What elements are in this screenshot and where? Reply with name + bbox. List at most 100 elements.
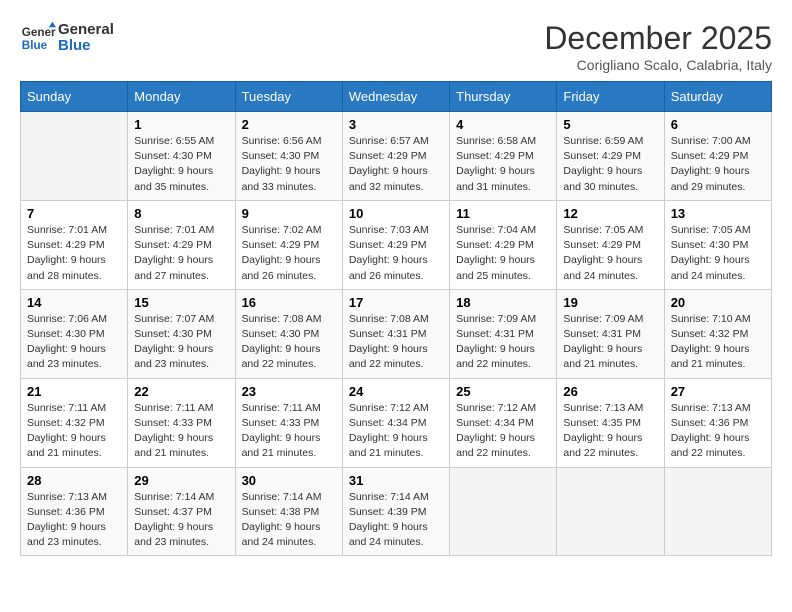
day-number: 17 <box>349 295 443 310</box>
weekday-header: Saturday <box>664 82 771 112</box>
month-title: December 2025 <box>544 20 772 57</box>
calendar-cell <box>21 112 128 201</box>
day-number: 6 <box>671 117 765 132</box>
day-info: Sunrise: 6:55 AM Sunset: 4:30 PM Dayligh… <box>134 134 228 195</box>
weekday-header: Sunday <box>21 82 128 112</box>
calendar-week-row: 14 Sunrise: 7:06 AM Sunset: 4:30 PM Dayli… <box>21 289 772 378</box>
day-number: 8 <box>134 206 228 221</box>
day-number: 15 <box>134 295 228 310</box>
day-number: 28 <box>27 473 121 488</box>
day-info: Sunrise: 7:08 AM Sunset: 4:30 PM Dayligh… <box>242 312 336 373</box>
weekday-header: Wednesday <box>342 82 449 112</box>
calendar-cell: 19 Sunrise: 7:09 AM Sunset: 4:31 PM Dayli… <box>557 289 664 378</box>
day-info: Sunrise: 7:09 AM Sunset: 4:31 PM Dayligh… <box>563 312 657 373</box>
calendar-cell: 8 Sunrise: 7:01 AM Sunset: 4:29 PM Daylig… <box>128 200 235 289</box>
svg-text:General: General <box>22 26 56 39</box>
calendar-week-row: 21Sunrise: 7:11 AM Sunset: 4:32 PM Dayli… <box>21 378 772 467</box>
day-number: 2 <box>242 117 336 132</box>
day-info: Sunrise: 7:13 AM Sunset: 4:36 PM Dayligh… <box>671 401 765 462</box>
day-number: 22 <box>134 384 228 399</box>
calendar-header: SundayMondayTuesdayWednesdayThursdayFrid… <box>21 82 772 112</box>
calendar-cell: 15 Sunrise: 7:07 AM Sunset: 4:30 PM Dayli… <box>128 289 235 378</box>
calendar-table: SundayMondayTuesdayWednesdayThursdayFrid… <box>20 81 772 556</box>
calendar-cell: 26Sunrise: 7:13 AM Sunset: 4:35 PM Dayli… <box>557 378 664 467</box>
calendar-week-row: 28Sunrise: 7:13 AM Sunset: 4:36 PM Dayli… <box>21 467 772 556</box>
calendar-cell: 25 Sunrise: 7:12 AM Sunset: 4:34 PM Dayli… <box>450 378 557 467</box>
location-subtitle: Corigliano Scalo, Calabria, Italy <box>544 57 772 73</box>
weekday-header: Tuesday <box>235 82 342 112</box>
day-info: Sunrise: 7:03 AM Sunset: 4:29 PM Dayligh… <box>349 223 443 284</box>
day-info: Sunrise: 7:04 AM Sunset: 4:29 PM Dayligh… <box>456 223 550 284</box>
day-number: 5 <box>563 117 657 132</box>
day-info: Sunrise: 7:14 AM Sunset: 4:37 PM Dayligh… <box>134 490 228 551</box>
day-info: Sunrise: 7:12 AM Sunset: 4:34 PM Dayligh… <box>456 401 550 462</box>
calendar-week-row: 7Sunrise: 7:01 AM Sunset: 4:29 PM Daylig… <box>21 200 772 289</box>
calendar-cell: 11 Sunrise: 7:04 AM Sunset: 4:29 PM Dayli… <box>450 200 557 289</box>
calendar-cell <box>557 467 664 556</box>
logo: General Blue General Blue <box>20 20 114 56</box>
calendar-cell: 3Sunrise: 6:57 AM Sunset: 4:29 PM Daylig… <box>342 112 449 201</box>
day-info: Sunrise: 7:00 AM Sunset: 4:29 PM Dayligh… <box>671 134 765 195</box>
calendar-cell: 30 Sunrise: 7:14 AM Sunset: 4:38 PM Dayli… <box>235 467 342 556</box>
day-number: 11 <box>456 206 550 221</box>
day-info: Sunrise: 7:14 AM Sunset: 4:38 PM Dayligh… <box>242 490 336 551</box>
day-info: Sunrise: 6:57 AM Sunset: 4:29 PM Dayligh… <box>349 134 443 195</box>
day-info: Sunrise: 7:08 AM Sunset: 4:31 PM Dayligh… <box>349 312 443 373</box>
calendar-cell: 22 Sunrise: 7:11 AM Sunset: 4:33 PM Dayli… <box>128 378 235 467</box>
calendar-cell: 6 Sunrise: 7:00 AM Sunset: 4:29 PM Daylig… <box>664 112 771 201</box>
day-number: 23 <box>242 384 336 399</box>
calendar-cell: 23 Sunrise: 7:11 AM Sunset: 4:33 PM Dayli… <box>235 378 342 467</box>
calendar-cell: 4 Sunrise: 6:58 AM Sunset: 4:29 PM Daylig… <box>450 112 557 201</box>
calendar-cell: 27 Sunrise: 7:13 AM Sunset: 4:36 PM Dayli… <box>664 378 771 467</box>
calendar-cell: 10 Sunrise: 7:03 AM Sunset: 4:29 PM Dayli… <box>342 200 449 289</box>
calendar-cell: 2 Sunrise: 6:56 AM Sunset: 4:30 PM Daylig… <box>235 112 342 201</box>
day-info: Sunrise: 7:10 AM Sunset: 4:32 PM Dayligh… <box>671 312 765 373</box>
calendar-cell: 29Sunrise: 7:14 AM Sunset: 4:37 PM Dayli… <box>128 467 235 556</box>
calendar-cell: 9Sunrise: 7:02 AM Sunset: 4:29 PM Daylig… <box>235 200 342 289</box>
calendar-cell: 16Sunrise: 7:08 AM Sunset: 4:30 PM Dayli… <box>235 289 342 378</box>
calendar-cell: 1Sunrise: 6:55 AM Sunset: 4:30 PM Daylig… <box>128 112 235 201</box>
day-info: Sunrise: 7:07 AM Sunset: 4:30 PM Dayligh… <box>134 312 228 373</box>
day-number: 27 <box>671 384 765 399</box>
calendar-cell: 21Sunrise: 7:11 AM Sunset: 4:32 PM Dayli… <box>21 378 128 467</box>
day-info: Sunrise: 7:05 AM Sunset: 4:30 PM Dayligh… <box>671 223 765 284</box>
day-info: Sunrise: 7:12 AM Sunset: 4:34 PM Dayligh… <box>349 401 443 462</box>
day-number: 25 <box>456 384 550 399</box>
day-number: 20 <box>671 295 765 310</box>
title-block: December 2025 Corigliano Scalo, Calabria… <box>544 20 772 73</box>
calendar-cell: 28Sunrise: 7:13 AM Sunset: 4:36 PM Dayli… <box>21 467 128 556</box>
day-info: Sunrise: 7:06 AM Sunset: 4:30 PM Dayligh… <box>27 312 121 373</box>
calendar-cell: 31Sunrise: 7:14 AM Sunset: 4:39 PM Dayli… <box>342 467 449 556</box>
page-header: General Blue General Blue December 2025 … <box>20 20 772 73</box>
calendar-cell: 14 Sunrise: 7:06 AM Sunset: 4:30 PM Dayli… <box>21 289 128 378</box>
day-info: Sunrise: 7:01 AM Sunset: 4:29 PM Dayligh… <box>27 223 121 284</box>
day-info: Sunrise: 7:02 AM Sunset: 4:29 PM Dayligh… <box>242 223 336 284</box>
calendar-cell <box>664 467 771 556</box>
calendar-cell: 20 Sunrise: 7:10 AM Sunset: 4:32 PM Dayli… <box>664 289 771 378</box>
svg-text:Blue: Blue <box>22 39 48 52</box>
day-info: Sunrise: 7:13 AM Sunset: 4:35 PM Dayligh… <box>563 401 657 462</box>
day-info: Sunrise: 6:58 AM Sunset: 4:29 PM Dayligh… <box>456 134 550 195</box>
day-info: Sunrise: 7:11 AM Sunset: 4:33 PM Dayligh… <box>242 401 336 462</box>
day-number: 4 <box>456 117 550 132</box>
calendar-week-row: 1Sunrise: 6:55 AM Sunset: 4:30 PM Daylig… <box>21 112 772 201</box>
calendar-cell: 24Sunrise: 7:12 AM Sunset: 4:34 PM Dayli… <box>342 378 449 467</box>
logo-icon: General Blue <box>20 20 56 56</box>
weekday-header: Friday <box>557 82 664 112</box>
day-number: 10 <box>349 206 443 221</box>
day-info: Sunrise: 7:14 AM Sunset: 4:39 PM Dayligh… <box>349 490 443 551</box>
day-number: 14 <box>27 295 121 310</box>
weekday-header: Monday <box>128 82 235 112</box>
day-info: Sunrise: 7:01 AM Sunset: 4:29 PM Dayligh… <box>134 223 228 284</box>
day-number: 19 <box>563 295 657 310</box>
day-info: Sunrise: 7:11 AM Sunset: 4:32 PM Dayligh… <box>27 401 121 462</box>
calendar-cell: 18Sunrise: 7:09 AM Sunset: 4:31 PM Dayli… <box>450 289 557 378</box>
calendar-cell: 12Sunrise: 7:05 AM Sunset: 4:29 PM Dayli… <box>557 200 664 289</box>
calendar-cell: 17 Sunrise: 7:08 AM Sunset: 4:31 PM Dayli… <box>342 289 449 378</box>
day-info: Sunrise: 6:56 AM Sunset: 4:30 PM Dayligh… <box>242 134 336 195</box>
day-info: Sunrise: 7:09 AM Sunset: 4:31 PM Dayligh… <box>456 312 550 373</box>
calendar-cell: 13Sunrise: 7:05 AM Sunset: 4:30 PM Dayli… <box>664 200 771 289</box>
day-number: 30 <box>242 473 336 488</box>
calendar-body: 1Sunrise: 6:55 AM Sunset: 4:30 PM Daylig… <box>21 112 772 556</box>
day-info: Sunrise: 7:11 AM Sunset: 4:33 PM Dayligh… <box>134 401 228 462</box>
